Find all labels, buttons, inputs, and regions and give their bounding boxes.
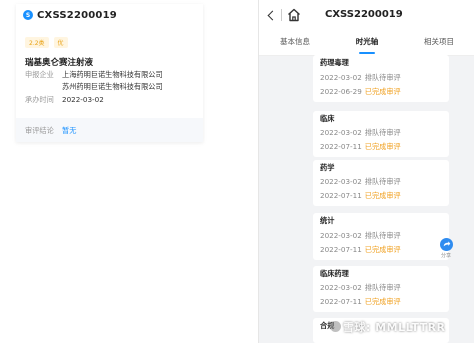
timeline-entry: 2022-03-02 排队待审评 (320, 73, 401, 83)
review-label: 审评结论 (25, 126, 54, 135)
review-value: 暂无 (62, 126, 77, 135)
entry-date: 2022-03-02 (320, 73, 362, 82)
timeline-entry: 2022-03-02 排队待审评 (320, 231, 401, 241)
entry-date: 2022-03-02 (320, 128, 362, 137)
watermark-logo-icon (330, 321, 341, 332)
entry-date: 2022-03-02 (320, 231, 362, 240)
tab-related-projects[interactable]: 相关项目 (403, 30, 474, 55)
timeline-title: 临床药理 (320, 269, 349, 278)
timeline-entry: 2022-07-11 已完成审评 (320, 142, 401, 152)
entry-date: 2022-03-02 (320, 177, 362, 186)
entry-status: 排队待审评 (364, 128, 401, 137)
card-header: S CXSS2200019 (16, 4, 203, 26)
entry-status: 已完成审评 (364, 191, 401, 200)
applicant-row: 申报企业 上海药明巨诺生物科技有限公司 (25, 70, 163, 80)
top-bar: CXSS2200019 (259, 0, 474, 30)
date-value: 2022-03-02 (62, 95, 104, 104)
project-card[interactable]: S CXSS2200019 2.2类 优 瑞基奥仑赛注射液 申报企业 上海药明巨… (16, 4, 203, 142)
timeline-title: 药学 (320, 163, 335, 172)
share-button[interactable]: 分享 (435, 238, 457, 264)
entry-date: 2022-07-11 (320, 245, 362, 254)
timeline-entry: 2022-07-11 已完成审评 (320, 245, 401, 255)
tab-bar: 基本信息 时光轴 相关项目 (259, 30, 474, 56)
watermark-text: 雪球: MMLLTTRR (343, 321, 446, 334)
back-icon[interactable] (263, 7, 279, 23)
entry-date: 2022-07-11 (320, 191, 362, 200)
timeline-card: 统计 2022-03-02 排队待审评 2022-07-11 已完成审评 (313, 213, 449, 260)
entry-status: 排队待审评 (364, 283, 401, 292)
entry-date: 2022-07-11 (320, 142, 362, 151)
entry-status: 排队待审评 (364, 231, 401, 240)
entry-date: 2022-06-29 (320, 87, 362, 96)
watermark: 雪球: MMLLTTRR (330, 319, 446, 335)
review-strip: 审评结论 暂无 (16, 118, 203, 142)
timeline-card: 药理毒理 2022-03-02 排队待审评 2022-06-29 已完成审评 (313, 55, 449, 102)
timeline-entry: 2022-07-11 已完成审评 (320, 297, 401, 307)
drug-name: 瑞基奥仑赛注射液 (25, 58, 94, 68)
timeline-entry: 2022-03-02 排队待审评 (320, 128, 401, 138)
entry-status: 排队待审评 (364, 73, 401, 82)
nav-divider (281, 9, 282, 21)
applicant-value-1: 上海药明巨诺生物科技有限公司 (62, 70, 163, 79)
share-label: 分享 (440, 253, 451, 259)
timeline-entry: 2022-07-11 已完成审评 (320, 191, 401, 201)
left-panel: S CXSS2200019 2.2类 优 瑞基奥仑赛注射液 申报企业 上海药明巨… (0, 0, 258, 343)
timeline-title: 药理毒理 (320, 58, 349, 67)
badge-group: 2.2类 优 (25, 37, 68, 48)
timeline-card: 药学 2022-03-02 排队待审评 2022-07-11 已完成审评 (313, 160, 449, 206)
tab-basic-info[interactable]: 基本信息 (259, 30, 331, 55)
timeline-title: 统计 (320, 216, 335, 225)
timeline-entry: 2022-03-02 排队待审评 (320, 177, 401, 187)
timeline-card: 临床 2022-03-02 排队待审评 2022-07-11 已完成审评 (313, 111, 449, 157)
entry-date: 2022-03-02 (320, 283, 362, 292)
right-panel: CXSS2200019 基本信息 时光轴 相关项目 药理毒理 2022-03-0… (258, 0, 474, 343)
entry-status: 已完成审评 (364, 245, 401, 254)
timeline-card: 临床药理 2022-03-02 排队待审评 2022-07-11 已完成审评 (313, 266, 449, 312)
entry-status: 已完成审评 (364, 297, 401, 306)
timeline-title: 临床 (320, 114, 335, 123)
entry-status: 已完成审评 (364, 87, 401, 96)
timeline-entry: 2022-03-02 排队待审评 (320, 283, 401, 293)
applicant-value-2: 苏州药明巨诺生物科技有限公司 (62, 82, 163, 91)
entry-status: 排队待审评 (364, 177, 401, 186)
home-icon[interactable] (286, 7, 302, 23)
share-icon (439, 238, 453, 251)
timeline-entry: 2022-06-29 已完成审评 (320, 87, 401, 97)
date-row: 承办时间 2022-03-02 (25, 95, 104, 105)
date-label: 承办时间 (25, 95, 54, 104)
priority-badge: 优 (53, 37, 68, 48)
entry-status: 已完成审评 (364, 142, 401, 151)
entry-date: 2022-07-11 (320, 297, 362, 306)
applicant-label: 申报企业 (25, 70, 54, 79)
tab-timeline[interactable]: 时光轴 (331, 30, 403, 55)
project-code-icon: S (23, 10, 33, 20)
project-code: CXSS2200019 (37, 9, 117, 21)
page-title: CXSS2200019 (325, 9, 403, 20)
category-badge: 2.2类 (25, 37, 49, 48)
